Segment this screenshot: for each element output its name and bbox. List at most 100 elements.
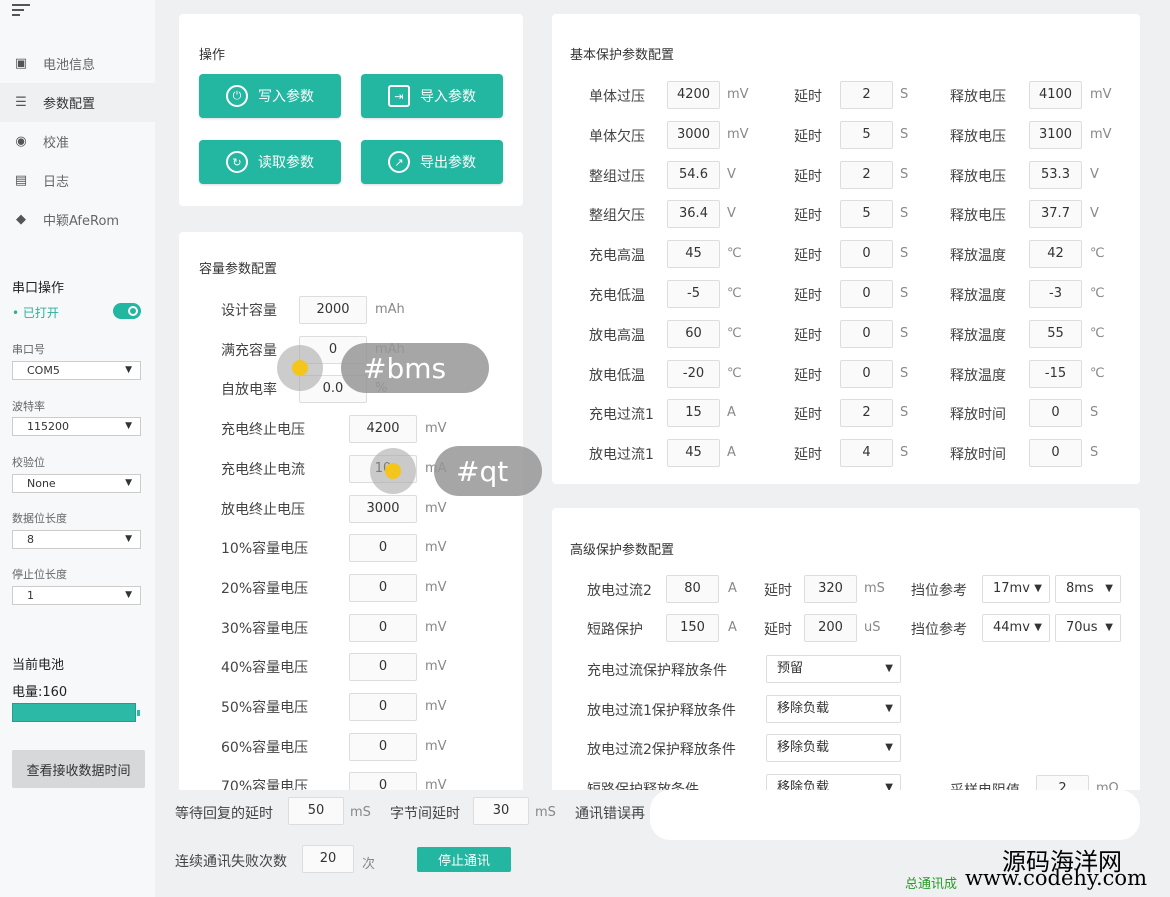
release-condition-select[interactable]: 移除负载 ▼ <box>766 734 901 762</box>
delay-input[interactable]: 0 <box>840 280 893 308</box>
serial-status: • 已打开 <box>12 306 59 320</box>
watermark-url: www.codehy.com <box>965 866 1147 890</box>
delay-unit: S <box>900 286 909 301</box>
basic-row-input[interactable]: 36.4 <box>667 200 720 229</box>
release-label: 释放电压 <box>950 128 1006 145</box>
wait-delay-unit: mS <box>350 805 371 820</box>
basic-row-input[interactable]: 45 <box>667 439 720 468</box>
parity-select[interactable]: None ▼ <box>12 474 141 493</box>
chevron-down-icon: ▼ <box>1034 622 1042 633</box>
capacity-row-input[interactable]: 0 <box>349 732 417 761</box>
baud-select[interactable]: 115200 ▼ <box>12 417 141 436</box>
delay-input[interactable]: 5 <box>840 120 893 149</box>
capacity-row-input[interactable]: 4200 <box>349 415 417 444</box>
sidebar-item-battery-info[interactable]: ▣ 电池信息 <box>0 44 155 83</box>
basic-row-unit: A <box>727 405 736 421</box>
hashtag-qt: #qt <box>434 446 542 496</box>
write-params-button[interactable]: ⏻ 写入参数 <box>199 74 341 118</box>
databits-select[interactable]: 8 ▼ <box>12 530 141 549</box>
release-unit: V <box>1090 166 1099 182</box>
delay-input[interactable]: 2 <box>840 81 893 109</box>
stop-comm-button[interactable]: 停止通讯 <box>417 847 511 872</box>
delay-input[interactable]: 2 <box>840 160 893 189</box>
release-input[interactable]: 37.7 <box>1029 200 1082 229</box>
sidebar-item-log[interactable]: ▤ 日志 <box>0 161 155 200</box>
export-params-button[interactable]: ↗ 导出参数 <box>361 140 503 184</box>
capacity-row-label: 充电终止电压 <box>221 422 305 439</box>
release-condition-select[interactable]: 预留 ▼ <box>766 655 901 683</box>
release-input[interactable]: -3 <box>1029 280 1082 308</box>
advanced-row-input[interactable]: 150 <box>666 614 719 642</box>
delay-input[interactable]: 4 <box>840 439 893 468</box>
delay-input[interactable]: 0 <box>840 359 893 388</box>
delay-unit: S <box>900 405 909 421</box>
capacity-row-input[interactable]: 0 <box>349 693 417 721</box>
port-select[interactable]: COM5 ▼ <box>12 361 141 380</box>
basic-row-input[interactable]: 45 <box>667 240 720 269</box>
chevron-down-icon: ▼ <box>1034 583 1042 594</box>
gear-ref-select-2[interactable]: 8ms ▼ <box>1055 575 1121 603</box>
read-params-button[interactable]: ↻ 读取参数 <box>199 140 341 184</box>
basic-row-input[interactable]: 15 <box>667 399 720 428</box>
advanced-delay-input[interactable]: 200 <box>804 614 857 642</box>
capacity-row-input[interactable]: 0 <box>349 613 417 642</box>
wait-delay-input[interactable]: 50 <box>288 797 344 825</box>
capacity-row-input[interactable]: 0 <box>349 653 417 682</box>
release-condition-label: 放电过流1保护释放条件 <box>587 702 736 719</box>
release-input[interactable]: 55 <box>1029 319 1082 348</box>
release-condition-select[interactable]: 移除负载 ▼ <box>766 694 901 723</box>
basic-row-input[interactable]: 4200 <box>667 81 720 109</box>
delay-unit: S <box>900 445 909 461</box>
databits-label: 数据位长度 <box>12 512 67 525</box>
byte-delay-input[interactable]: 30 <box>473 797 529 825</box>
chevron-down-icon: ▼ <box>125 478 132 488</box>
basic-row-input[interactable]: 3000 <box>667 120 720 149</box>
delay-input[interactable]: 0 <box>840 240 893 269</box>
capacity-row-input[interactable]: 3000 <box>349 494 417 523</box>
capacity-row-unit: mV <box>425 738 447 754</box>
fail-count-input[interactable]: 20 <box>302 845 354 873</box>
delay-input[interactable]: 0 <box>840 319 893 348</box>
gear-ref-select-2[interactable]: 70us ▼ <box>1055 614 1121 642</box>
capacity-row-input[interactable]: 2000 <box>299 296 367 324</box>
basic-row-label: 充电过流1 <box>589 407 654 424</box>
release-input[interactable]: 3100 <box>1029 120 1082 149</box>
view-receive-time-button[interactable]: 查看接收数据时间 <box>12 750 145 788</box>
chevron-down-icon: ▼ <box>885 742 893 753</box>
release-unit: ℃ <box>1090 246 1105 262</box>
basic-row-unit: mV <box>727 126 749 142</box>
delay-input[interactable]: 2 <box>840 399 893 428</box>
release-input[interactable]: 42 <box>1029 240 1082 269</box>
gear-ref-select-1[interactable]: 44mv ▼ <box>982 614 1050 642</box>
release-input[interactable]: 4100 <box>1029 81 1082 109</box>
release-label: 释放时间 <box>950 447 1006 464</box>
basic-row-input[interactable]: 60 <box>667 319 720 348</box>
release-input[interactable]: 0 <box>1029 439 1082 468</box>
sidebar-item-calibration[interactable]: ◉ 校准 <box>0 122 155 161</box>
target-icon: ◉ <box>15 134 27 149</box>
hamburger-menu-icon[interactable] <box>12 4 30 18</box>
basic-row-input[interactable]: -5 <box>667 280 720 308</box>
basic-row-input[interactable]: -20 <box>667 359 720 388</box>
serial-toggle[interactable] <box>113 303 141 319</box>
sidebar-item-afe-rom[interactable]: ◆ 中颖AfeRom <box>0 200 155 239</box>
basic-row-input[interactable]: 54.6 <box>667 160 720 189</box>
release-input[interactable]: -15 <box>1029 359 1082 388</box>
capacity-row-input[interactable]: 0 <box>349 573 417 602</box>
release-label: 释放电压 <box>950 208 1006 225</box>
import-params-button[interactable]: ⇥ 导入参数 <box>361 74 503 118</box>
import-params-label: 导入参数 <box>420 89 476 105</box>
delay-input[interactable]: 5 <box>840 200 893 229</box>
stopbits-label: 停止位长度 <box>12 568 67 581</box>
advanced-delay-input[interactable]: 320 <box>804 575 857 603</box>
gear-ref-select-1[interactable]: 17mv ▼ <box>982 575 1050 603</box>
release-condition-value: 预留 <box>777 661 804 676</box>
capacity-row-input[interactable]: 0 <box>349 534 417 563</box>
sidebar-item-param-config[interactable]: ☰ 参数配置 <box>0 83 155 122</box>
basic-row-unit: A <box>727 445 736 461</box>
release-input[interactable]: 0 <box>1029 399 1082 428</box>
advanced-row-input[interactable]: 80 <box>666 575 719 603</box>
stopbits-select[interactable]: 1 ▼ <box>12 586 141 605</box>
release-input[interactable]: 53.3 <box>1029 160 1082 189</box>
release-condition-label: 充电过流保护释放条件 <box>587 663 727 679</box>
